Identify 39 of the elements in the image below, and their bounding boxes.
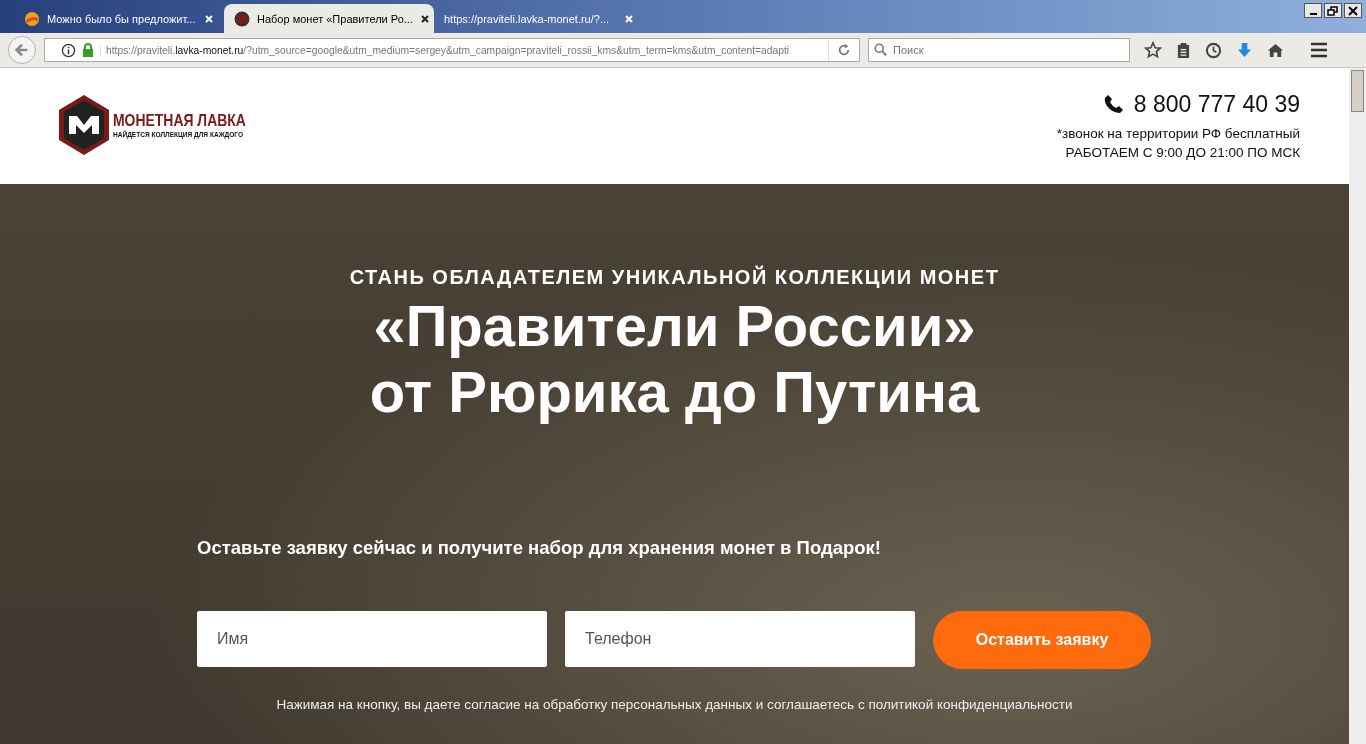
logo-tagline: НАЙДЕТСЯ КОЛЛЕКЦИЯ ДЛЯ КАЖДОГО: [113, 129, 245, 139]
phone-icon: [1103, 94, 1124, 114]
close-icon: [1346, 4, 1360, 17]
hero-title: «Правители России»: [373, 293, 976, 359]
scrollbar[interactable]: [1349, 68, 1366, 744]
clock-icon[interactable]: [1205, 41, 1222, 59]
ball-icon: [24, 10, 40, 27]
hexagon-logo-icon[interactable]: [58, 94, 110, 156]
input-field[interactable]: Имя: [197, 611, 547, 667]
restore-icon: [1326, 4, 1340, 17]
download-icon[interactable]: [1236, 41, 1253, 59]
minimize-button[interactable]: [1304, 3, 1322, 18]
lock-icon[interactable]: [82, 43, 94, 57]
browser-tab[interactable]: https://praviteli.lavka-monet.ru/?...: [434, 4, 644, 33]
working-hours: РАБОТАЕМ С 9:00 ДО 21:00 ПО МСК: [1065, 143, 1300, 162]
call-note: *звонок на территории РФ бесплатный: [1056, 124, 1300, 143]
browser-tab[interactable]: Набор монет «Правители Ро...: [224, 4, 434, 33]
logo-title: МОНЕТНАЯ ЛАВКА: [113, 111, 246, 130]
menu-icon[interactable]: [1310, 42, 1328, 58]
star-icon[interactable]: [1144, 41, 1162, 59]
address-bar[interactable]: https://praviteli.lavka-monet.ru/?utm_source=google&utm_medium=sergey&utm_campaign=praviteli_rossii_kms&utm_term=kms&utm_content=adapti: [44, 38, 860, 62]
hero-title: от Рюрика до Путина: [369, 359, 980, 425]
hexagon-logo-icon: [234, 10, 250, 27]
close-icon[interactable]: [419, 13, 430, 24]
search-field[interactable]: Поиск: [868, 38, 1130, 62]
hero-kicker: СТАНЬ ОБЛАДАТЕЛЕМ УНИКАЛЬНОЙ КОЛЛЕКЦИИ МОНЕТ: [349, 266, 1000, 289]
url-text: https://praviteli.lavka-monet.ru/?utm_source=google&utm_medium=sergey&utm_campaign=praviteli_rossii_kms&utm_term=kms&utm_content=adapti: [100, 44, 822, 56]
restore-button[interactable]: [1324, 3, 1342, 18]
input-field[interactable]: Телефон: [565, 611, 915, 667]
clipboard-icon[interactable]: [1176, 41, 1191, 59]
back-button[interactable]: [8, 36, 36, 64]
home-icon[interactable]: [1267, 41, 1284, 59]
minimize-icon: [1309, 12, 1317, 15]
phone-number[interactable]: 8 800 777 40 39: [1133, 90, 1300, 118]
offer-text: Оставьте заявку сейчас и получите набор для хранения монет в Подарок!: [197, 537, 882, 559]
info-icon[interactable]: [61, 42, 76, 58]
close-button[interactable]: [1344, 3, 1362, 18]
browser-tab[interactable]: Можно было бы предложит...: [14, 4, 224, 33]
consent-text: Нажимая на кнопку, вы даете согласие на обработку персональных данных и соглашаетесь с политикой конфиденциальности: [276, 697, 1073, 712]
